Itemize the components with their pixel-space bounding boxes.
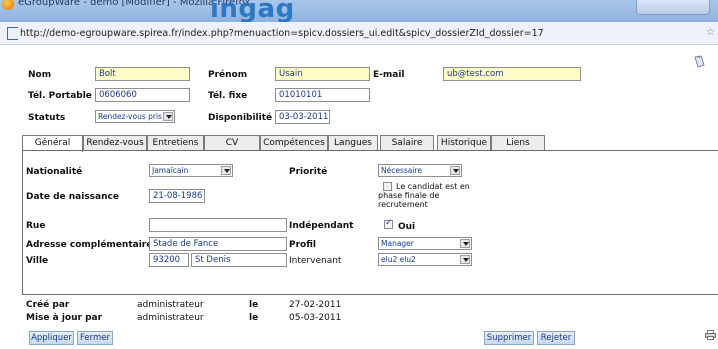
chevron-down-icon bbox=[460, 255, 470, 264]
tab-salaire[interactable]: Salaire bbox=[380, 135, 434, 151]
tab-rendez-vous[interactable]: Rendez-vous bbox=[83, 135, 147, 151]
nom-field[interactable]: Bolt bbox=[95, 67, 190, 81]
appliquer-button[interactable]: Appliquer bbox=[29, 331, 74, 345]
chevron-down-icon bbox=[460, 239, 470, 248]
cree-label: Créé par bbox=[26, 300, 70, 310]
maj-le: le bbox=[249, 313, 259, 323]
profil-select[interactable]: Manager bbox=[378, 237, 472, 250]
priorite-select[interactable]: Nécessaire bbox=[378, 164, 462, 177]
prenom-field[interactable]: Usain bbox=[275, 67, 370, 81]
tab-competences[interactable]: Compétences bbox=[260, 135, 328, 151]
cree-le: le bbox=[249, 300, 259, 310]
tab-langues[interactable]: Langues bbox=[328, 135, 378, 151]
ville-field[interactable]: St Denis bbox=[191, 253, 287, 267]
maj-by: administrateur bbox=[137, 313, 204, 323]
independant-value: Oui bbox=[398, 222, 416, 232]
intervenant-select-value: elu2 elu2 bbox=[381, 255, 416, 264]
nom-label: Nom bbox=[28, 70, 52, 80]
chevron-down-icon bbox=[163, 112, 173, 121]
nationalite-select-value: Jamaïcain bbox=[152, 166, 189, 175]
chevron-down-icon bbox=[450, 166, 460, 175]
email-label: E-mail bbox=[373, 70, 405, 80]
profil-select-value: Manager bbox=[381, 239, 414, 248]
tab-liens[interactable]: Liens bbox=[491, 135, 545, 151]
naissance-label: Date de naissance bbox=[26, 192, 119, 202]
cree-date: 27-02-2011 bbox=[289, 300, 342, 310]
url-text[interactable]: http://demo-egroupware.spirea.fr/index.p… bbox=[20, 28, 544, 39]
print-icon[interactable] bbox=[705, 330, 716, 340]
dispo-field[interactable]: 03-03-2011 bbox=[275, 110, 330, 124]
finale-label: Le candidat est en phase finale de recru… bbox=[378, 182, 470, 209]
profil-label: Profil bbox=[289, 240, 316, 250]
tel-portable-label: Tél. Portable bbox=[28, 91, 92, 101]
window-controls[interactable] bbox=[636, 0, 710, 15]
prenom-label: Prénom bbox=[208, 70, 248, 80]
supprimer-button[interactable]: Supprimer bbox=[484, 331, 534, 345]
tab-panel-general bbox=[22, 150, 718, 295]
intervenant-label: Intervenant bbox=[289, 256, 342, 266]
nationalite-label: Nationalité bbox=[26, 167, 83, 177]
dispo-label: Disponibilité bbox=[208, 113, 273, 123]
notes-icon[interactable] bbox=[694, 55, 705, 68]
tab-entretiens[interactable]: Entretiens bbox=[147, 135, 204, 151]
rue-label: Rue bbox=[26, 221, 46, 231]
cree-by: administrateur bbox=[137, 300, 204, 310]
priorite-select-value: Nécessaire bbox=[381, 166, 422, 175]
priorite-label: Priorité bbox=[289, 167, 328, 177]
chevron-down-icon bbox=[221, 166, 231, 175]
independant-checkbox[interactable] bbox=[384, 218, 393, 229]
maj-date: 05-03-2011 bbox=[289, 313, 342, 323]
tab-cv[interactable]: CV bbox=[204, 135, 260, 151]
naissance-field[interactable]: 21-08-1986 bbox=[149, 189, 205, 203]
page-icon bbox=[7, 27, 18, 40]
overlay-title: ingag bbox=[210, 0, 295, 24]
statut-select[interactable]: Rendez-vous pris bbox=[95, 110, 175, 123]
statut-label: Statuts bbox=[28, 113, 66, 123]
code-postal-field[interactable]: 93200 bbox=[149, 253, 189, 267]
intervenant-select[interactable]: elu2 elu2 bbox=[378, 253, 472, 266]
adresse-field[interactable]: Stade de Fance bbox=[149, 237, 287, 251]
rejeter-button[interactable]: Rejeter bbox=[537, 331, 575, 345]
tel-portable-field[interactable]: 0606060 bbox=[95, 88, 190, 102]
email-field[interactable]: ub@test.com bbox=[443, 67, 581, 81]
tab-historique[interactable]: Historique bbox=[437, 135, 491, 151]
tel-fixe-field[interactable]: 01010101 bbox=[275, 88, 370, 102]
maj-label: Mise à jour par bbox=[26, 313, 103, 323]
rue-field[interactable] bbox=[149, 218, 287, 232]
fermer-button[interactable]: Fermer bbox=[77, 331, 113, 345]
adresse-label: Adresse complémentaire bbox=[26, 240, 153, 250]
nationalite-select[interactable]: Jamaïcain bbox=[149, 164, 233, 177]
independant-label: Indépendant bbox=[289, 221, 354, 231]
ville-label: Ville bbox=[26, 256, 49, 266]
tel-fixe-label: Tél. fixe bbox=[208, 91, 248, 101]
bookmark-star-icon[interactable]: ☆ bbox=[706, 27, 715, 38]
statut-select-value: Rendez-vous pris bbox=[98, 112, 162, 121]
